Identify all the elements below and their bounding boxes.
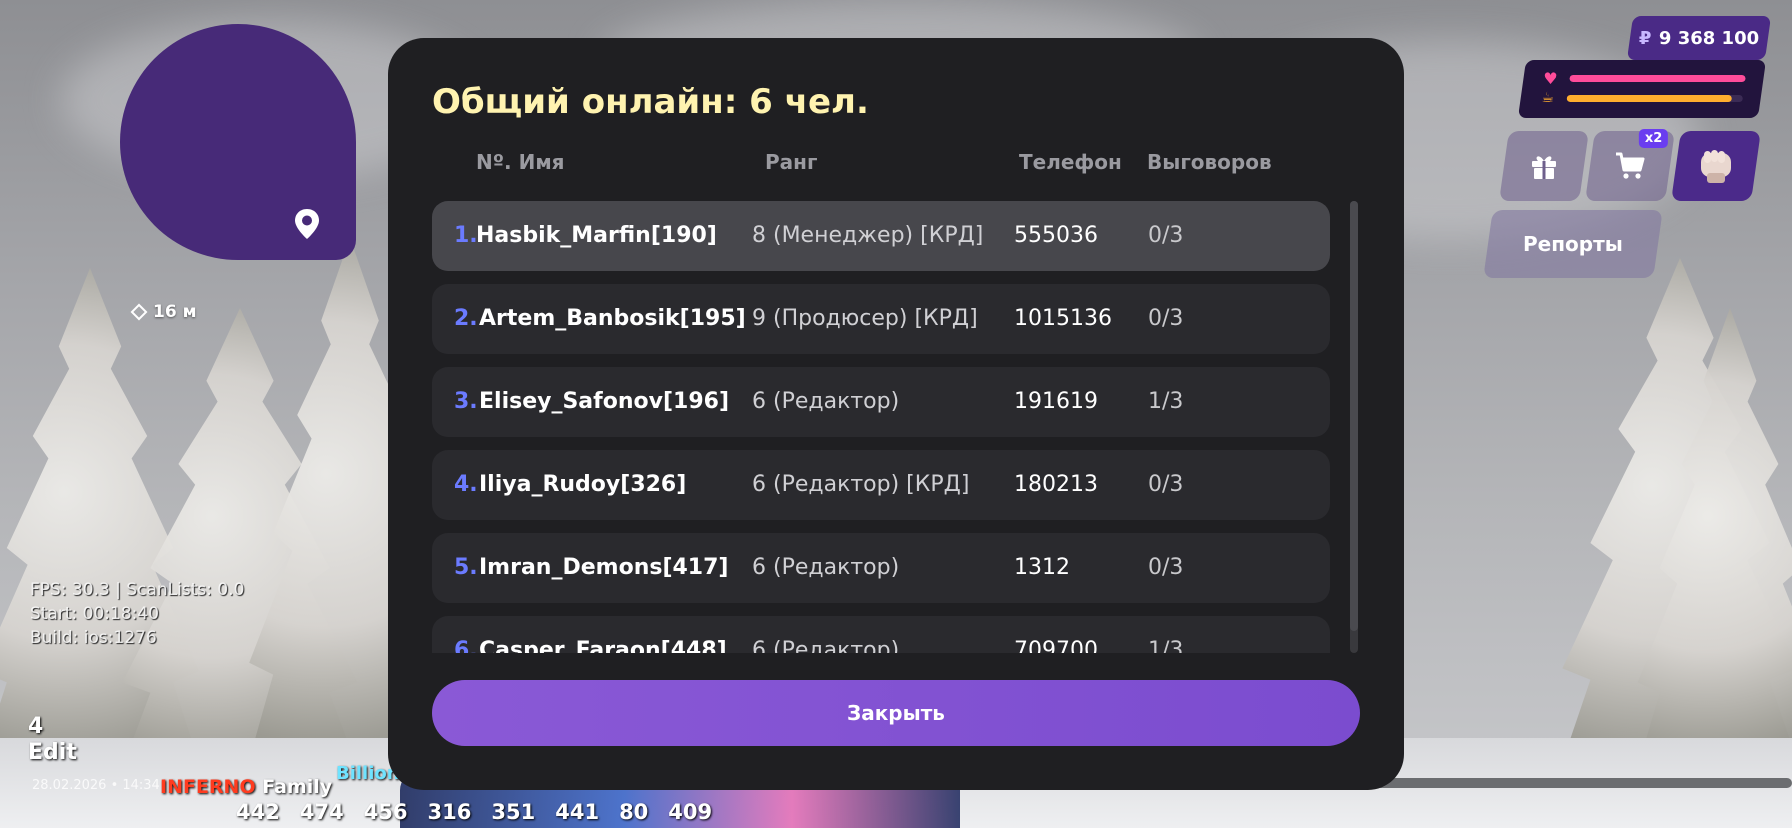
row-rank: 6 (Редактор): [752, 555, 900, 580]
table-row[interactable]: 5. Imran_Demons[417] 6 (Редактор) 1312 0…: [432, 533, 1330, 603]
family-label: INFERNO Family: [160, 776, 332, 798]
column-header-rank: Ранг: [765, 150, 818, 174]
debug-fps: FPS: 30.3 | ScanLists: 0.0: [30, 580, 245, 600]
row-name: Hasbik_Marfin[190]: [476, 223, 717, 248]
row-rank: 6 (Редактор): [752, 638, 900, 653]
row-number: 4.: [454, 472, 478, 497]
location-pin-icon: [295, 209, 319, 239]
row-phone: 191619: [1014, 389, 1098, 414]
edit-count: 4: [28, 714, 44, 739]
score-value: 80: [619, 800, 649, 824]
members-list[interactable]: 1. Hasbik_Marfin[190] 8 (Менеджер) [КРД]…: [432, 201, 1332, 653]
gift-button[interactable]: [1499, 131, 1589, 201]
score-value: 456: [363, 800, 408, 824]
health-bar: [1569, 74, 1746, 82]
table-row[interactable]: 6. Casper_Faraon[448] 6 (Редактор) 70970…: [432, 616, 1330, 653]
heart-icon: ♥: [1543, 68, 1558, 88]
row-warnings: 0/3: [1148, 555, 1184, 580]
row-name: Iliya_Rudoy[326]: [479, 472, 687, 497]
column-header-name: Nº. Имя: [476, 150, 565, 174]
family-word: Family: [262, 776, 333, 798]
row-number: 6.: [454, 638, 478, 653]
score-value: 441: [555, 800, 600, 824]
column-header-warnings: Выговоров: [1147, 150, 1272, 174]
online-members-dialog: Общий онлайн: 6 чел. Nº. Имя Ранг Телефо…: [388, 38, 1404, 790]
row-warnings: 1/3: [1148, 389, 1184, 414]
debug-build: Build: ios:1276: [30, 628, 157, 648]
shop-cart-button[interactable]: x2: [1585, 129, 1675, 201]
ruble-icon: ₽: [1638, 27, 1652, 49]
row-phone: 1312: [1014, 555, 1070, 580]
gift-icon: [1532, 156, 1556, 179]
date-time: 28.02.2026 • 14:34: [32, 778, 160, 793]
score-value: 351: [491, 800, 536, 824]
list-scrollbar[interactable]: [1350, 201, 1358, 653]
row-number: 1.: [454, 223, 478, 248]
table-row[interactable]: 4. Iliya_Rudoy[326] 6 (Редактор) [КРД] 1…: [432, 450, 1330, 520]
row-phone: 555036: [1014, 223, 1098, 248]
row-phone: 709700: [1014, 638, 1098, 653]
cart-icon: [1616, 152, 1645, 179]
row-name: Casper_Faraon[448]: [479, 638, 727, 653]
row-name: Imran_Demons[417]: [479, 555, 729, 580]
table-row[interactable]: 3. Elisey_Safonov[196] 6 (Редактор) 1916…: [432, 367, 1330, 437]
status-bars: ♥ ☕: [1517, 60, 1767, 118]
waypoint-distance: 16 м: [130, 302, 197, 322]
score-value: 474: [299, 800, 344, 824]
hunger-fill: [1566, 94, 1733, 102]
reports-button[interactable]: Репорты: [1483, 210, 1663, 278]
table-row[interactable]: 2. Artem_Banbosik[195] 9 (Продюсер) [КРД…: [432, 284, 1330, 354]
score-strip: 442 474 456 316 351 441 80 409: [236, 800, 712, 824]
score-value: 409: [668, 800, 713, 824]
dialog-title: Общий онлайн: 6 чел.: [432, 82, 869, 122]
row-warnings: 0/3: [1148, 306, 1184, 331]
edit-label[interactable]: Edit: [28, 740, 77, 766]
debug-overlay: FPS: 30.3 | ScanLists: 0.0 Start: 00:18:…: [30, 578, 244, 650]
money-display: ₽ 9 368 100: [1626, 16, 1772, 60]
row-phone: 1015136: [1014, 306, 1112, 331]
family-tag: INFERNO: [160, 776, 256, 798]
cup-icon: ☕: [1541, 90, 1555, 106]
row-number: 2.: [454, 306, 478, 331]
row-rank: 9 (Продюсер) [КРД]: [752, 306, 978, 331]
row-warnings: 0/3: [1148, 472, 1184, 497]
row-name: Elisey_Safonov[196]: [479, 389, 729, 414]
row-warnings: 1/3: [1148, 638, 1184, 653]
close-button[interactable]: Закрыть: [432, 680, 1360, 746]
reports-label: Репорты: [1523, 232, 1623, 256]
fist-icon: [1701, 150, 1731, 183]
score-value: 316: [427, 800, 472, 824]
column-header-phone: Телефон: [1019, 150, 1122, 174]
cart-badge: x2: [1638, 129, 1668, 148]
edit-block: 4 Edit: [28, 714, 77, 766]
row-warnings: 0/3: [1148, 223, 1184, 248]
health-fill: [1569, 74, 1746, 82]
fist-weapon-button[interactable]: [1671, 131, 1761, 201]
score-value: 442: [236, 800, 280, 824]
table-header: Nº. Имя Ранг Телефон Выговоров: [432, 150, 1292, 180]
row-name: Artem_Banbosik[195]: [479, 306, 746, 331]
waypoint-icon: [130, 303, 148, 321]
table-row[interactable]: 1. Hasbik_Marfin[190] 8 (Менеджер) [КРД]…: [432, 201, 1330, 271]
scrollbar-thumb[interactable]: [1350, 201, 1358, 631]
row-phone: 180213: [1014, 472, 1098, 497]
row-rank: 6 (Редактор): [752, 389, 900, 414]
row-rank: 8 (Менеджер) [КРД]: [752, 223, 984, 248]
row-rank: 6 (Редактор) [КРД]: [752, 472, 970, 497]
money-value: 9 368 100: [1659, 27, 1760, 49]
debug-start: Start: 00:18:40: [30, 604, 160, 624]
hunger-bar: [1566, 94, 1743, 102]
row-number: 3.: [454, 389, 478, 414]
distance-value: 16 м: [153, 302, 197, 322]
row-number: 5.: [454, 555, 478, 580]
